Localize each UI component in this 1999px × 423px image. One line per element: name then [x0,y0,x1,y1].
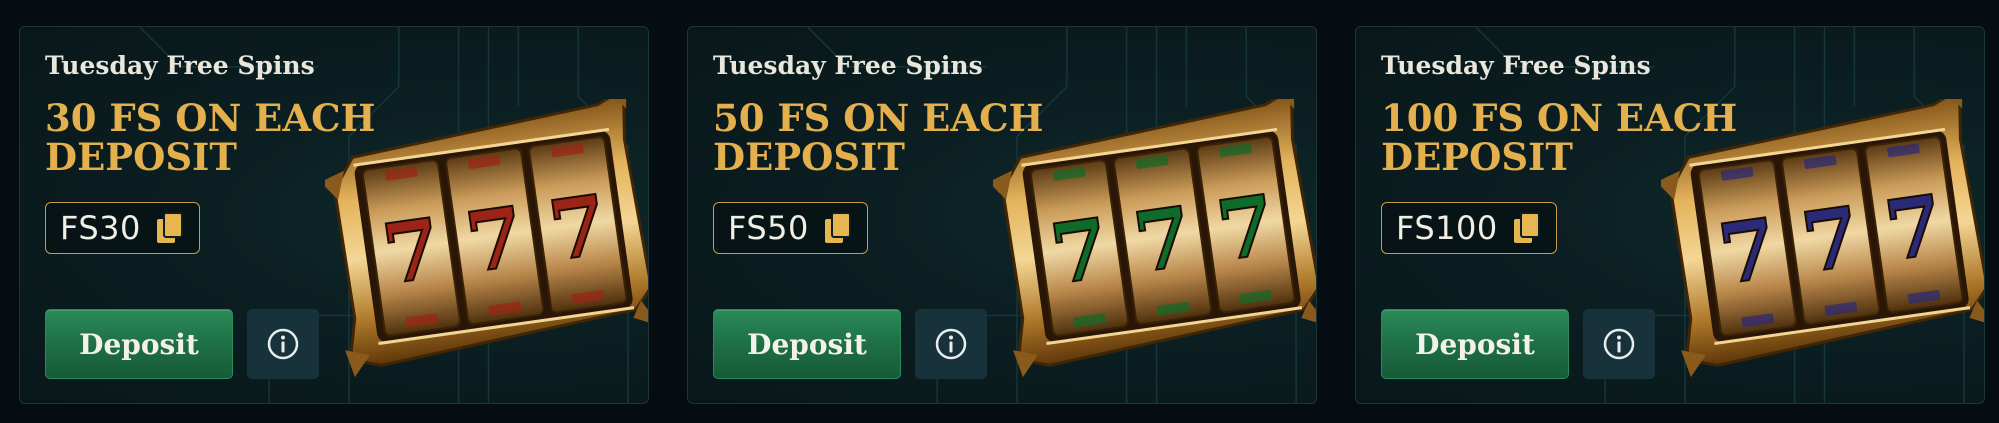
info-icon [266,327,300,361]
slot-reels-image: 777 [993,99,1316,378]
promo-code-box[interactable]: FS50 [713,202,868,254]
promo-card: Tuesday Free Spins 50 FS ON EACH DEPOSIT… [687,26,1317,404]
copy-icon[interactable] [823,211,853,245]
copy-icon[interactable] [1512,211,1542,245]
promo-code-box[interactable]: FS100 [1381,202,1557,254]
promo-cards-row: Tuesday Free Spins 30 FS ON EACH DEPOSIT… [0,0,1999,423]
card-title: Tuesday Free Spins [713,51,983,80]
promo-code: FS30 [60,209,141,247]
info-button[interactable] [247,309,319,379]
promo-card: Tuesday Free Spins 30 FS ON EACH DEPOSIT… [19,26,649,404]
card-title: Tuesday Free Spins [45,51,315,80]
info-icon [1602,327,1636,361]
deposit-button[interactable]: Deposit [1381,309,1569,379]
slot-reels-image: 777 [325,99,648,378]
promo-card: Tuesday Free Spins 100 FS ON EACH DEPOSI… [1355,26,1985,404]
promo-code-box[interactable]: FS30 [45,202,200,254]
promo-code: FS100 [1396,209,1498,247]
promo-code: FS50 [728,209,809,247]
info-icon [934,327,968,361]
deposit-button[interactable]: Deposit [45,309,233,379]
card-title: Tuesday Free Spins [1381,51,1651,80]
slot-reels-image: 777 [1661,99,1984,378]
info-button[interactable] [915,309,987,379]
deposit-button[interactable]: Deposit [713,309,901,379]
info-button[interactable] [1583,309,1655,379]
copy-icon[interactable] [155,211,185,245]
